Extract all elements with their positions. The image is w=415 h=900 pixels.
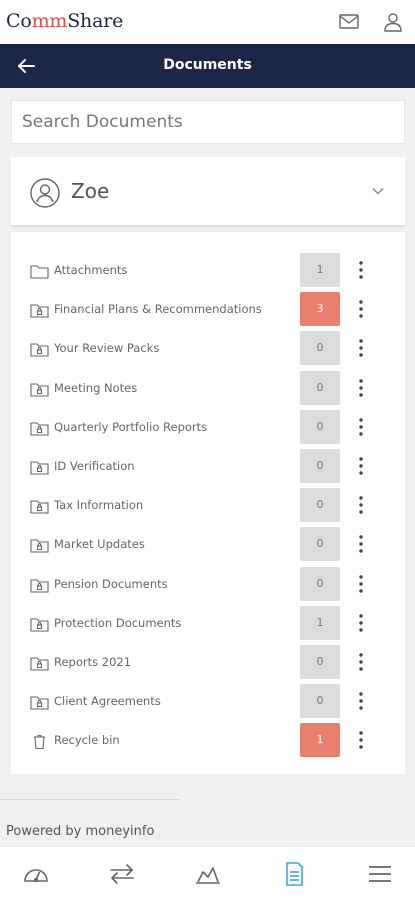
folder-label: Tax Information — [54, 498, 144, 513]
user-icon[interactable] — [381, 10, 405, 34]
folder-count-badge: 1 — [300, 605, 340, 640]
folder-count-badge: 0 — [300, 684, 340, 719]
powered-by-text: Powered by moneyinfo — [6, 824, 155, 839]
client-selector[interactable]: Zoe — [11, 157, 405, 227]
bottom-navigation — [0, 846, 415, 900]
document-icon[interactable] — [279, 861, 309, 887]
app-topbar: CommShare — [0, 0, 415, 44]
logo-suffix: Share — [67, 10, 124, 32]
folder-row[interactable]: Market Updates 0 — [11, 525, 405, 564]
folder-row[interactable]: Client Agreements 0 — [11, 682, 405, 721]
more-options-icon[interactable] — [356, 612, 366, 634]
folder-label: ID Verification — [54, 459, 135, 473]
more-options-icon[interactable] — [356, 298, 366, 320]
more-options-icon[interactable] — [356, 377, 366, 399]
folder-count-badge: 0 — [300, 331, 340, 366]
folder-list: Attachments 1 Financial Plans & Recommenda… — [11, 232, 405, 774]
user-avatar-icon — [30, 178, 60, 208]
search-input[interactable] — [12, 101, 404, 143]
folder-label: Protection Documents — [54, 615, 182, 630]
folder-count-badge: 0 — [300, 409, 340, 444]
folder-label: Meeting Notes — [54, 380, 138, 395]
lock-folder-icon — [30, 383, 49, 397]
folder-row[interactable]: Financial Plans & Recommendations 3 — [11, 290, 405, 329]
lock-folder-icon — [30, 343, 49, 357]
folder-row[interactable]: Meeting Notes 0 — [11, 369, 405, 408]
folder-count-badge: 0 — [300, 527, 340, 562]
folder-count-badge: 0 — [300, 488, 340, 523]
transfer-icon[interactable] — [107, 861, 137, 887]
dashboard-icon[interactable] — [21, 861, 51, 887]
folder-label: Recycle bin — [54, 733, 120, 748]
lock-folder-icon — [30, 579, 49, 593]
folder-row[interactable]: Tax Information 0 — [11, 486, 405, 525]
search-box — [11, 100, 405, 144]
lock-folder-icon — [30, 422, 49, 436]
folder-count-badge: 3 — [300, 292, 340, 327]
lock-folder-icon — [30, 657, 49, 671]
folder-label: Financial Plans & Recommendations — [54, 302, 262, 317]
folder-row[interactable]: Recycle bin 1 — [11, 721, 405, 760]
footer-divider — [0, 799, 180, 800]
more-options-icon[interactable] — [356, 729, 366, 751]
folder-count-badge: 0 — [300, 449, 340, 483]
folder-count-badge: 1 — [300, 723, 340, 758]
more-options-icon[interactable] — [356, 690, 366, 712]
folder-label: Client Agreements — [54, 694, 161, 709]
more-options-icon[interactable] — [356, 494, 366, 516]
folder-row[interactable]: Pension Documents 0 — [11, 565, 405, 604]
more-options-icon[interactable] — [356, 455, 366, 477]
lock-folder-icon — [30, 618, 49, 632]
more-options-icon[interactable] — [356, 337, 366, 359]
lock-folder-icon — [30, 696, 49, 710]
folder-row[interactable]: Your Review Packs 0 — [11, 329, 405, 368]
folder-label: Your Review Packs — [54, 341, 160, 356]
folder-row[interactable]: Quarterly Portfolio Reports 0 — [11, 408, 405, 447]
folder-row[interactable]: ID Verification 0 — [11, 447, 405, 486]
folder-count-badge: 1 — [300, 253, 340, 287]
commshare-logo[interactable]: CommShare — [6, 10, 123, 32]
folder-count-badge: 0 — [300, 566, 340, 601]
page-title: Documents — [163, 57, 252, 73]
logo-mm: mm — [31, 10, 68, 32]
more-options-icon[interactable] — [356, 259, 366, 281]
folder-count-badge: 0 — [300, 370, 340, 405]
lock-folder-icon — [30, 461, 49, 475]
more-options-icon[interactable] — [356, 573, 366, 595]
folder-label: Quarterly Portfolio Reports — [54, 419, 208, 434]
lock-folder-icon — [30, 304, 49, 318]
more-options-icon[interactable] — [356, 651, 366, 673]
folder-count-badge: 0 — [300, 645, 340, 679]
folder-row[interactable]: Protection Documents 1 — [11, 604, 405, 643]
more-options-icon[interactable] — [356, 533, 366, 555]
client-name: Zoe — [71, 179, 110, 203]
trash-icon — [34, 735, 45, 750]
logo-prefix: Co — [6, 10, 32, 32]
chart-icon[interactable] — [193, 861, 223, 887]
more-options-icon[interactable] — [356, 416, 366, 438]
folder-label: Reports 2021 — [54, 655, 132, 669]
folder-row[interactable]: Attachments 1 — [11, 251, 405, 290]
chevron-down-icon — [372, 188, 384, 195]
folder-row[interactable]: Reports 2021 0 — [11, 643, 405, 682]
folder-label: Attachments — [54, 263, 128, 277]
page-header: Documents — [0, 44, 415, 88]
lock-folder-icon — [30, 539, 49, 553]
folder-label: Pension Documents — [54, 576, 168, 591]
menu-icon[interactable] — [365, 861, 395, 887]
lock-folder-icon — [30, 500, 49, 514]
folder-icon — [30, 265, 49, 279]
folder-label: Market Updates — [54, 537, 145, 552]
mail-icon[interactable] — [337, 10, 361, 34]
